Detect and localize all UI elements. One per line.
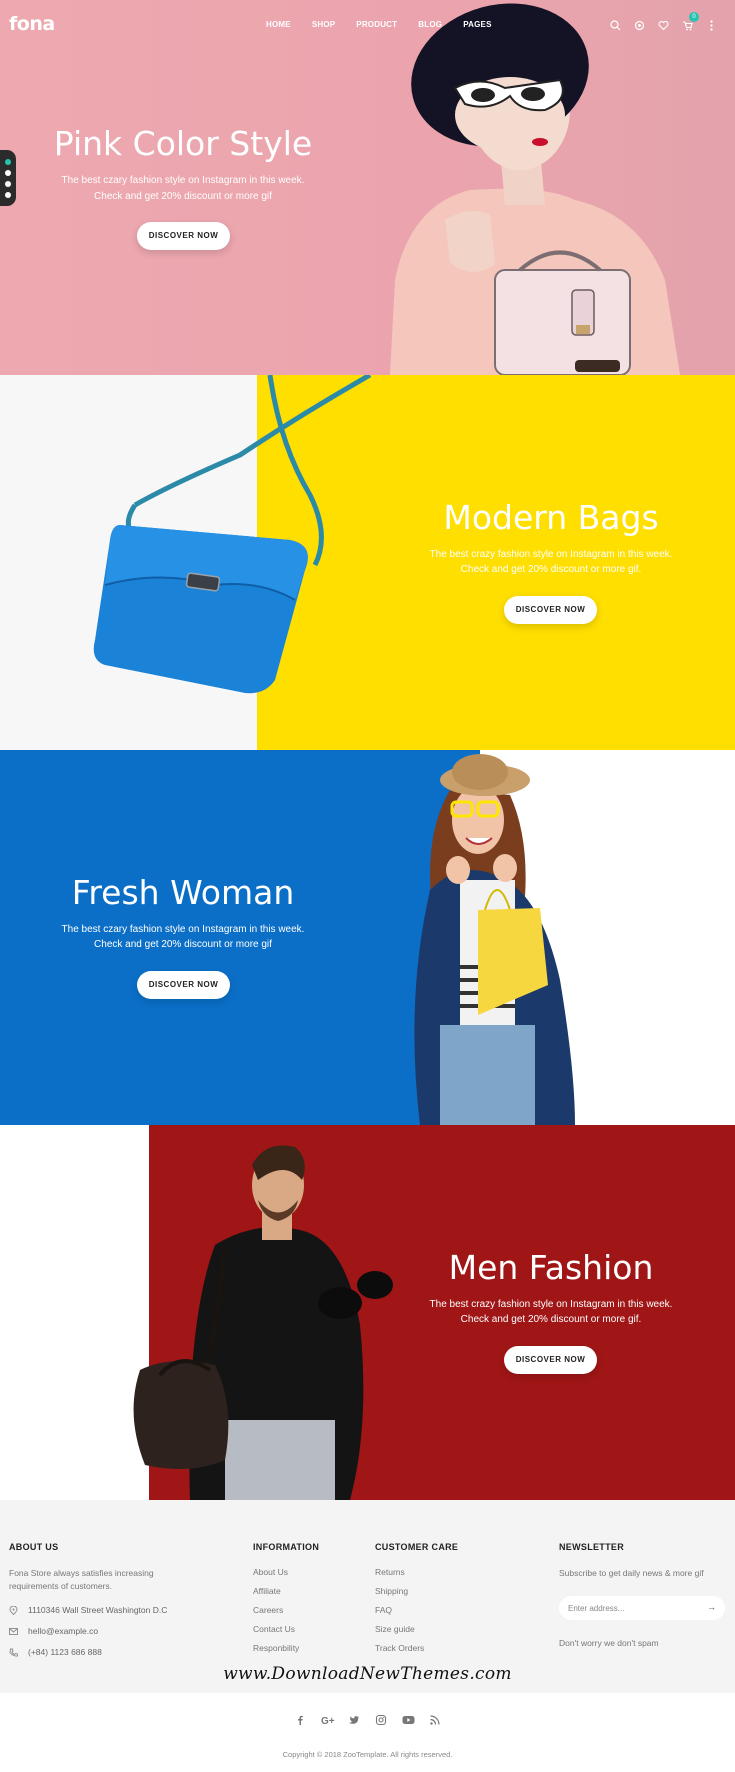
site-header: fona HOME SHOP PRODUCT BLOG PAGES 0 xyxy=(0,0,735,50)
social-links: G+ xyxy=(0,1713,735,1727)
about-text-line-2: requirements of customers. xyxy=(9,1581,112,1591)
copyright: Copyright © 2018 ZooTemplate. All rights… xyxy=(282,1750,453,1759)
footer-information: INFORMATION About Us Affiliate Careers C… xyxy=(253,1542,363,1662)
instagram-icon[interactable] xyxy=(375,1713,387,1726)
about-text-line-1: Fona Store always satisfies increasing xyxy=(9,1568,154,1578)
map-pin-icon xyxy=(9,1605,18,1615)
slide-dot-3[interactable] xyxy=(5,180,11,187)
cart-count-badge: 0 xyxy=(689,12,699,22)
search-icon[interactable] xyxy=(610,18,621,31)
phone-row: (+84) 1123 686 888 xyxy=(9,1647,209,1657)
twitter-icon[interactable] xyxy=(348,1713,360,1725)
footer-information-heading: INFORMATION xyxy=(253,1542,320,1552)
phone-text: (+84) 1123 686 888 xyxy=(28,1647,102,1657)
header-icons: 0 xyxy=(610,12,717,31)
slide-description-line-1: The best crazy fashion style on Instagra… xyxy=(429,1299,673,1310)
logo[interactable]: fona xyxy=(9,13,55,35)
newsletter-note: Don't worry we don't spam xyxy=(559,1638,659,1648)
rss-icon[interactable] xyxy=(429,1713,441,1725)
facebook-icon[interactable] xyxy=(294,1713,306,1725)
email-text[interactable]: hello@example.co xyxy=(28,1626,98,1636)
settings-icon[interactable] xyxy=(634,18,645,31)
link-about-us[interactable]: About Us xyxy=(253,1567,363,1577)
more-icon[interactable] xyxy=(706,18,717,31)
footer-customer-care-heading: CUSTOMER CARE xyxy=(375,1542,459,1552)
youtube-icon[interactable] xyxy=(402,1713,415,1725)
slide-pagination xyxy=(0,150,16,206)
footer-bottom: G+ Copyright © 2018 ZooTemplate. All rig… xyxy=(0,1693,735,1772)
slide-dot-1[interactable] xyxy=(5,158,11,165)
slide-description-line-2: Check and get 20% discount or more gif. xyxy=(460,1314,642,1325)
discover-now-button[interactable]: DISCOVER NOW xyxy=(137,222,230,250)
newsletter-email-input[interactable]: Enter address... → xyxy=(559,1596,725,1620)
nav-home[interactable]: HOME xyxy=(266,20,291,29)
google-plus-icon[interactable]: G+ xyxy=(321,1713,335,1727)
slide-description-line-2: Check and get 20% discount or more gif. xyxy=(460,564,642,575)
slide-modern-bags: Modern Bags The best crazy fashion style… xyxy=(0,375,735,750)
email-row: hello@example.co xyxy=(9,1626,209,1636)
discover-now-button[interactable]: DISCOVER NOW xyxy=(504,1346,597,1374)
link-affiliate[interactable]: Affiliate xyxy=(253,1586,363,1596)
slide-title: Men Fashion xyxy=(448,1248,654,1287)
main-nav: HOME SHOP PRODUCT BLOG PAGES xyxy=(266,20,513,29)
slide-description-line-1: The best crazy fashion style on Instagra… xyxy=(429,549,673,560)
slide-description-line-1: The best czary fashion style on Instagra… xyxy=(61,175,305,186)
newsletter-text: Subscribe to get daily news & more gif xyxy=(559,1568,704,1578)
discover-now-button[interactable]: DISCOVER NOW xyxy=(137,971,230,999)
link-shipping[interactable]: Shipping xyxy=(375,1586,495,1596)
address-text: 1110346 Wall Street Washington D.C xyxy=(28,1605,168,1615)
slide-description-line-2: Check and get 20% discount or more gif xyxy=(94,191,272,202)
nav-product[interactable]: PRODUCT xyxy=(356,20,397,29)
phone-icon xyxy=(9,1648,18,1657)
nav-pages[interactable]: PAGES xyxy=(463,20,491,29)
heart-icon[interactable] xyxy=(658,18,669,31)
link-responbility[interactable]: Responbility xyxy=(253,1643,363,1653)
slide-dot-2[interactable] xyxy=(5,169,11,176)
footer-customer-care: CUSTOMER CARE Returns Shipping FAQ Size … xyxy=(375,1542,495,1662)
link-returns[interactable]: Returns xyxy=(375,1567,495,1577)
discover-now-button[interactable]: DISCOVER NOW xyxy=(504,596,597,624)
slide-dot-4[interactable] xyxy=(5,191,11,198)
slide-title: Pink Color Style xyxy=(53,124,313,163)
slide-pink-color-style: Pink Color Style The best czary fashion … xyxy=(0,0,735,375)
link-careers[interactable]: Careers xyxy=(253,1605,363,1615)
slide-title: Modern Bags xyxy=(443,498,659,537)
footer-newsletter-heading: NEWSLETTER xyxy=(559,1542,624,1552)
slide-description-line-2: Check and get 20% discount or more gif xyxy=(94,939,272,950)
cart-icon[interactable]: 0 xyxy=(682,12,699,31)
watermark: www.DownloadNewThemes.com xyxy=(223,1664,512,1684)
link-track-orders[interactable]: Track Orders xyxy=(375,1643,495,1653)
svg-text:G+: G+ xyxy=(321,1716,335,1726)
nav-shop[interactable]: SHOP xyxy=(312,20,335,29)
link-faq[interactable]: FAQ xyxy=(375,1605,495,1615)
footer-newsletter: NEWSLETTER Subscribe to get daily news &… xyxy=(559,1542,729,1650)
footer-about-heading: ABOUT US xyxy=(9,1542,59,1552)
address-row: 1110346 Wall Street Washington D.C xyxy=(9,1605,209,1615)
arrow-right-icon[interactable]: → xyxy=(707,1602,716,1612)
nav-blog[interactable]: BLOG xyxy=(418,20,442,29)
link-contact-us[interactable]: Contact Us xyxy=(253,1624,363,1634)
link-size-guide[interactable]: Size guide xyxy=(375,1624,495,1634)
newsletter-placeholder: Enter address... xyxy=(568,1603,625,1613)
slide-men-fashion: Men Fashion The best crazy fashion style… xyxy=(0,1125,735,1500)
slide-description-line-1: The best czary fashion style on Instagra… xyxy=(61,924,305,935)
slide-fresh-woman: Fresh Woman The best czary fashion style… xyxy=(0,750,735,1125)
mail-icon xyxy=(9,1627,18,1636)
footer-about: ABOUT US Fona Store always satisfies inc… xyxy=(9,1542,209,1668)
slide-title: Fresh Woman xyxy=(71,873,295,912)
